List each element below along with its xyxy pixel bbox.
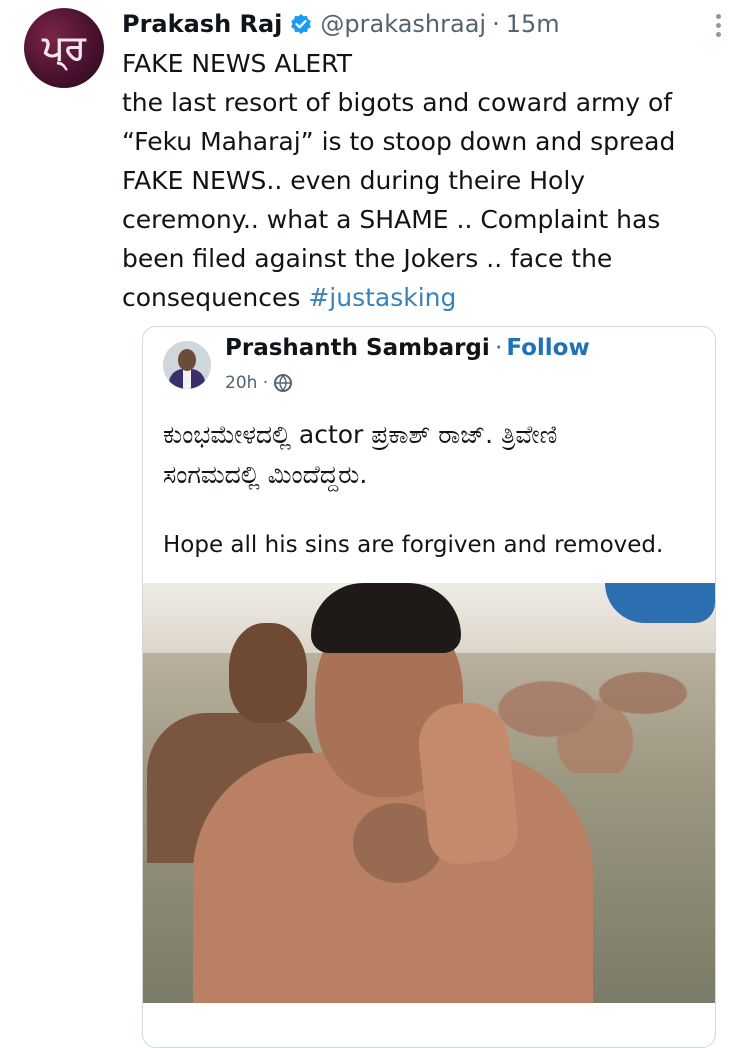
tweet-body: FAKE NEWS ALERT the last resort of bigot… bbox=[122, 44, 722, 317]
tweet-line: been filed against the Jokers .. face th… bbox=[122, 244, 613, 273]
quoted-english-text: Hope all his sins are forgiven and remov… bbox=[163, 532, 664, 558]
tweet-line: ceremony.. what a SHAME .. Complaint has bbox=[122, 205, 661, 234]
tweet-last-line: consequences #justasking bbox=[122, 278, 722, 317]
tweet-line: FAKE NEWS.. even during theire Holy bbox=[122, 166, 586, 195]
more-options-icon[interactable] bbox=[716, 14, 722, 38]
quoted-author-avatar[interactable] bbox=[163, 341, 211, 389]
avatar-monogram: ਪ੍ਰ bbox=[42, 28, 86, 68]
tweet-line: the last resort of bigots and coward arm… bbox=[122, 88, 673, 117]
quoted-timestamp: 20h · bbox=[225, 373, 269, 393]
tweet-timestamp[interactable]: 15m bbox=[506, 10, 560, 38]
hashtag-link[interactable]: #justasking bbox=[308, 283, 456, 312]
quoted-kannada-line: ಸಂಗಮದಲ್ಲಿ ಮಿಂದೆದ್ದರು. bbox=[163, 460, 368, 489]
quoted-timestamp-row: 20h · bbox=[225, 373, 293, 393]
header-separator: · bbox=[492, 10, 500, 38]
tweet-line-text: consequences bbox=[122, 283, 309, 312]
globe-icon bbox=[274, 374, 293, 392]
quoted-kannada-line: ಕುಂಭಮೇಳದಲ್ಲಿ actor ಪ್ರಕಾಶ್ ರಾಜ್. ತ್ರಿವೇಣ… bbox=[163, 420, 558, 449]
tweet-line: “Feku Maharaj” is to stoop down and spre… bbox=[122, 127, 676, 156]
follow-button[interactable]: Follow bbox=[506, 335, 589, 361]
verified-badge-icon bbox=[290, 13, 312, 35]
follow-container: · Follow bbox=[495, 335, 590, 361]
tweet-line: FAKE NEWS ALERT bbox=[122, 49, 353, 78]
follow-separator: · bbox=[495, 335, 503, 361]
quoted-kannada-text: ಕುಂಭಮೇಳದಲ್ಲಿ actor ಪ್ರಕಾಶ್ ರಾಜ್. ತ್ರಿವೇಣ… bbox=[163, 415, 703, 495]
author-handle[interactable]: @prakashraaj bbox=[320, 10, 486, 38]
author-avatar[interactable]: ਪ੍ਰ bbox=[24, 8, 104, 88]
quoted-author-name[interactable]: Prashanth Sambargi bbox=[225, 335, 490, 361]
quoted-post-photo[interactable] bbox=[143, 583, 715, 1003]
author-name[interactable]: Prakash Raj bbox=[122, 10, 282, 38]
tweet-header: Prakash Raj @prakashraaj · 15m bbox=[122, 6, 710, 42]
quoted-post-card[interactable]: Prashanth Sambargi · Follow 20h · ಕುಂಭಮೇಳ… bbox=[142, 326, 716, 1048]
